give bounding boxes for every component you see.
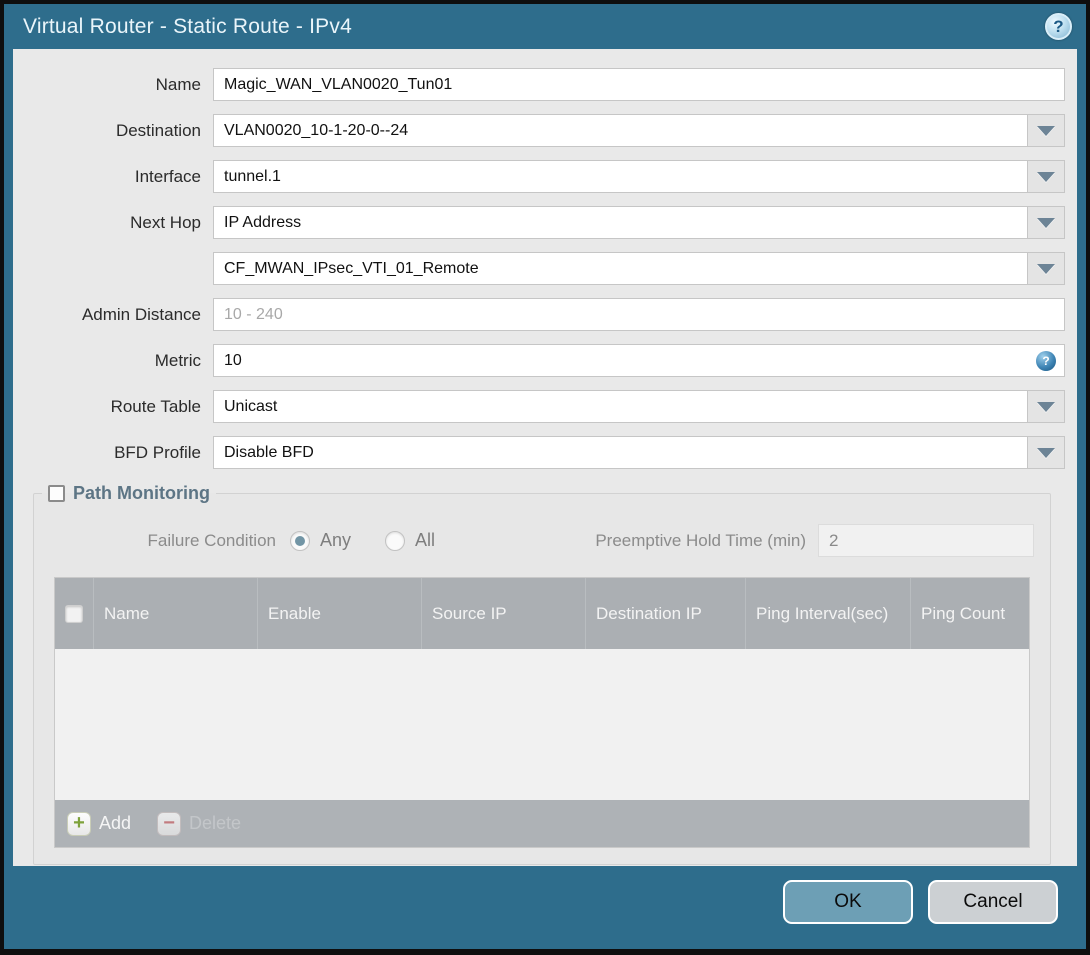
bfd-profile-input[interactable] xyxy=(213,436,1028,469)
path-monitoring-checkbox[interactable] xyxy=(48,485,65,502)
interface-input[interactable] xyxy=(213,160,1028,193)
route-table-dropdown-button[interactable] xyxy=(1027,390,1065,423)
admin-distance-input[interactable] xyxy=(213,298,1065,331)
bfd-profile-label: BFD Profile xyxy=(114,442,201,462)
delete-button-label: Delete xyxy=(189,813,242,833)
chevron-down-icon xyxy=(1037,125,1055,136)
column-header-source-ip[interactable]: Source IP xyxy=(421,578,585,649)
failure-condition-radio-group: Any All xyxy=(290,530,469,551)
radio-any-icon[interactable] xyxy=(290,530,310,551)
dialog-window: Virtual Router - Static Route - IPv4 ? N… xyxy=(0,0,1090,955)
destination-label: Destination xyxy=(115,120,201,140)
interface-dropdown-button[interactable] xyxy=(1027,160,1065,193)
path-monitoring-table: Name Enable Source IP Destination IP Pin… xyxy=(54,577,1030,848)
path-monitoring-legend: Path Monitoring xyxy=(42,483,216,504)
next-hop-address-row xyxy=(17,252,1065,285)
next-hop-row: Next Hop xyxy=(17,206,1065,239)
table-header: Name Enable Source IP Destination IP Pin… xyxy=(55,578,1029,649)
path-monitoring-title: Path Monitoring xyxy=(73,483,210,503)
metric-input[interactable] xyxy=(213,344,1065,377)
preemptive-hold-label: Preemptive Hold Time (min) xyxy=(595,530,806,550)
next-hop-label: Next Hop xyxy=(130,212,201,232)
radio-all-icon[interactable] xyxy=(385,530,406,551)
admin-distance-label: Admin Distance xyxy=(81,304,201,324)
interface-row: Interface xyxy=(17,160,1065,193)
preemptive-hold-input[interactable] xyxy=(818,524,1034,557)
column-header-enable-label: Enable xyxy=(268,603,321,623)
chevron-down-icon xyxy=(1037,447,1055,458)
metric-row: Metric ? xyxy=(17,344,1065,377)
next-hop-address-input[interactable] xyxy=(213,252,1028,285)
add-icon: + xyxy=(67,811,91,836)
failure-condition-any-option[interactable]: Any xyxy=(290,530,351,551)
chevron-down-icon xyxy=(1037,263,1055,274)
delete-icon: − xyxy=(157,811,182,836)
failure-condition-label: Failure Condition xyxy=(147,530,276,550)
select-all-checkbox[interactable] xyxy=(65,604,83,623)
chevron-down-icon xyxy=(1037,217,1055,228)
name-input[interactable] xyxy=(213,68,1065,101)
radio-all-label: All xyxy=(415,530,436,550)
select-all-cell xyxy=(55,578,93,649)
column-header-ping-count[interactable]: Ping Count xyxy=(910,578,1029,649)
help-icon[interactable]: ? xyxy=(1045,13,1072,40)
interface-label: Interface xyxy=(134,166,201,186)
destination-row: Destination xyxy=(17,114,1065,147)
metric-help-icon[interactable]: ? xyxy=(1036,351,1056,371)
column-header-ping-interval-label: Ping Interval(sec) xyxy=(756,603,889,623)
route-table-input[interactable] xyxy=(213,390,1028,423)
dialog-frame: Virtual Router - Static Route - IPv4 ? N… xyxy=(4,4,1086,949)
column-header-destination-ip-label: Destination IP xyxy=(596,603,702,623)
add-button-label: Add xyxy=(99,813,132,833)
cancel-button[interactable]: Cancel xyxy=(928,880,1058,924)
name-label: Name xyxy=(155,74,201,94)
chevron-down-icon xyxy=(1037,401,1055,412)
column-header-destination-ip[interactable]: Destination IP xyxy=(585,578,745,649)
table-body-empty xyxy=(55,649,1029,800)
dialog-title: Virtual Router - Static Route - IPv4 xyxy=(23,14,352,38)
chevron-down-icon xyxy=(1037,171,1055,182)
bfd-profile-row: BFD Profile xyxy=(17,436,1065,469)
path-monitoring-options-row: Failure Condition Any All Preemptive Hol… xyxy=(50,524,1034,557)
delete-button[interactable]: − Delete xyxy=(157,811,242,836)
next-hop-type-input[interactable] xyxy=(213,206,1028,239)
metric-label: Metric xyxy=(154,350,201,370)
column-header-name-label: Name xyxy=(104,603,150,623)
next-hop-address-dropdown-button[interactable] xyxy=(1027,252,1065,285)
route-table-row: Route Table xyxy=(17,390,1065,423)
bfd-profile-dropdown-button[interactable] xyxy=(1027,436,1065,469)
admin-distance-row: Admin Distance xyxy=(17,298,1065,331)
next-hop-dropdown-button[interactable] xyxy=(1027,206,1065,239)
column-header-name[interactable]: Name xyxy=(93,578,257,649)
destination-input[interactable] xyxy=(213,114,1028,147)
column-header-enable[interactable]: Enable xyxy=(257,578,421,649)
dialog-content: Name Destination Interface xyxy=(13,49,1077,866)
name-row: Name xyxy=(17,68,1065,101)
radio-any-label: Any xyxy=(320,530,352,550)
column-header-ping-interval[interactable]: Ping Interval(sec) xyxy=(745,578,910,649)
dialog-footer: OK Cancel xyxy=(4,866,1086,949)
column-header-source-ip-label: Source IP xyxy=(432,603,507,623)
destination-dropdown-button[interactable] xyxy=(1027,114,1065,147)
add-button[interactable]: + Add xyxy=(67,811,132,836)
failure-condition-all-option[interactable]: All xyxy=(385,530,435,551)
ok-button[interactable]: OK xyxy=(783,880,913,924)
column-header-ping-count-label: Ping Count xyxy=(921,603,1006,623)
table-toolbar: + Add − Delete xyxy=(55,800,1029,847)
route-table-label: Route Table xyxy=(110,396,201,416)
title-bar: Virtual Router - Static Route - IPv4 ? xyxy=(4,4,1086,49)
path-monitoring-section: Path Monitoring Failure Condition Any Al… xyxy=(33,483,1051,865)
